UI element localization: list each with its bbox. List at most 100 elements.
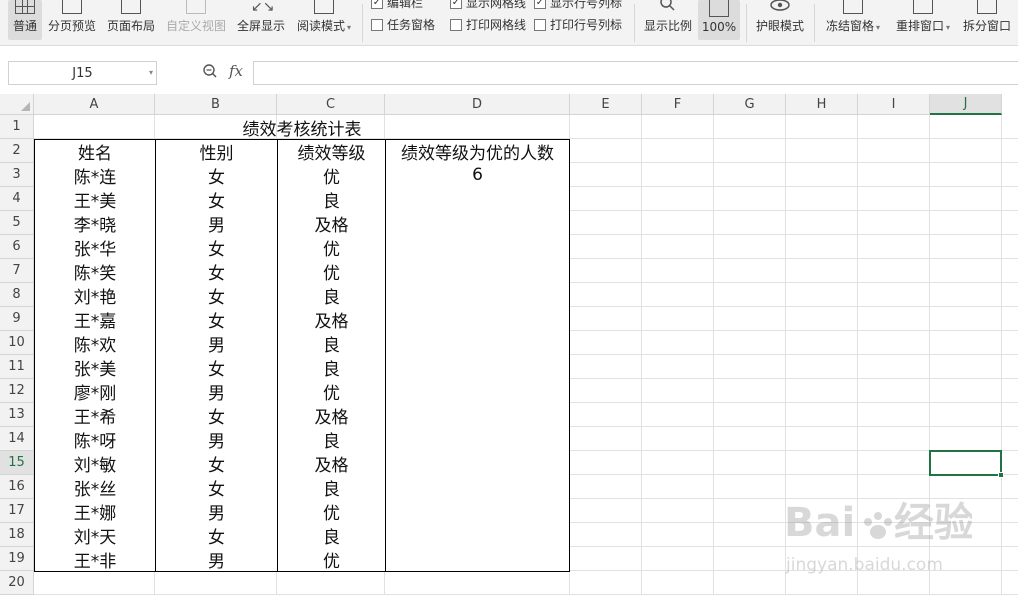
table-data-cell[interactable] — [385, 403, 570, 428]
row-header-4[interactable]: 4 — [0, 187, 34, 211]
table-data-cell[interactable] — [385, 283, 570, 308]
table-data-cell[interactable]: 陈*笑 — [34, 259, 155, 284]
table-data-cell[interactable]: 女 — [155, 355, 277, 380]
row-header-18[interactable]: 18 — [0, 523, 34, 547]
table-data-cell[interactable]: 女 — [155, 187, 277, 212]
row-header-2[interactable]: 2 — [0, 139, 34, 163]
table-data-cell[interactable]: 优 — [277, 235, 385, 260]
table-data-cell[interactable]: 良 — [277, 427, 385, 452]
row-header-5[interactable]: 5 — [0, 211, 34, 235]
table-data-cell[interactable]: 女 — [155, 283, 277, 308]
row-header-12[interactable]: 12 — [0, 379, 34, 403]
column-header-b[interactable]: B — [155, 94, 277, 115]
column-header-f[interactable]: F — [642, 94, 714, 115]
table-header-cell[interactable]: 绩效等级 — [277, 139, 385, 164]
table-data-cell[interactable]: 良 — [277, 331, 385, 356]
table-data-cell[interactable]: 女 — [155, 403, 277, 428]
table-data-cell[interactable]: 及格 — [277, 307, 385, 332]
row-header-16[interactable]: 16 — [0, 475, 34, 499]
table-data-cell[interactable] — [385, 427, 570, 452]
row-header-1[interactable]: 1 — [0, 115, 34, 139]
table-data-cell[interactable] — [385, 187, 570, 212]
table-data-cell[interactable] — [385, 307, 570, 332]
table-data-cell[interactable]: 良 — [277, 187, 385, 212]
row-header-15[interactable]: 15 — [0, 451, 34, 475]
table-data-cell[interactable]: 张*华 — [34, 235, 155, 260]
table-data-cell[interactable] — [385, 547, 570, 572]
column-header-d[interactable]: D — [385, 94, 570, 115]
column-header-j[interactable]: J — [930, 94, 1002, 115]
table-data-cell[interactable]: 陈*呀 — [34, 427, 155, 452]
table-data-cell[interactable]: 女 — [155, 523, 277, 548]
column-header-a[interactable]: A — [34, 94, 155, 115]
table-data-cell[interactable] — [385, 211, 570, 236]
table-data-cell[interactable]: 优 — [277, 499, 385, 524]
fill-handle[interactable] — [998, 472, 1004, 478]
column-header-e[interactable]: E — [570, 94, 642, 115]
row-header-17[interactable]: 17 — [0, 499, 34, 523]
table-data-cell[interactable]: 刘*天 — [34, 523, 155, 548]
row-header-19[interactable]: 19 — [0, 547, 34, 571]
table-data-cell[interactable] — [385, 451, 570, 476]
table-header-cell[interactable]: 姓名 — [34, 139, 155, 164]
table-data-cell[interactable]: 张*美 — [34, 355, 155, 380]
table-data-cell[interactable]: 优 — [277, 163, 385, 188]
table-data-cell[interactable]: 男 — [155, 211, 277, 236]
table-header-cell[interactable]: 性别 — [155, 139, 277, 164]
selected-cell-border[interactable] — [929, 450, 1004, 478]
table-data-cell[interactable]: 女 — [155, 307, 277, 332]
column-header-g[interactable]: G — [714, 94, 786, 115]
table-data-cell[interactable]: 良 — [277, 475, 385, 500]
column-header-c[interactable]: C — [277, 94, 385, 115]
column-header-h[interactable]: H — [786, 94, 858, 115]
table-data-cell[interactable]: 刘*敏 — [34, 451, 155, 476]
row-header-13[interactable]: 13 — [0, 403, 34, 427]
row-header-6[interactable]: 6 — [0, 235, 34, 259]
table-data-cell[interactable]: 男 — [155, 547, 277, 572]
table-data-cell[interactable]: 及格 — [277, 403, 385, 428]
table-data-cell[interactable]: 及格 — [277, 211, 385, 236]
table-data-cell[interactable]: 女 — [155, 235, 277, 260]
table-data-cell[interactable]: 女 — [155, 475, 277, 500]
table-data-cell[interactable]: 优 — [277, 547, 385, 572]
column-header-i[interactable]: I — [858, 94, 930, 115]
table-title-cell[interactable]: 绩效考核统计表 — [34, 115, 570, 140]
row-header-11[interactable]: 11 — [0, 355, 34, 379]
table-data-cell[interactable]: 男 — [155, 379, 277, 404]
table-data-cell[interactable]: 良 — [277, 523, 385, 548]
table-data-cell[interactable]: 廖*刚 — [34, 379, 155, 404]
table-data-cell[interactable] — [385, 475, 570, 500]
table-data-cell[interactable]: 王*希 — [34, 403, 155, 428]
table-data-cell[interactable]: 男 — [155, 499, 277, 524]
table-data-cell[interactable] — [385, 379, 570, 404]
row-header-9[interactable]: 9 — [0, 307, 34, 331]
row-header-3[interactable]: 3 — [0, 163, 34, 187]
table-data-cell[interactable]: 男 — [155, 331, 277, 356]
table-data-cell[interactable]: 王*娜 — [34, 499, 155, 524]
table-data-cell[interactable] — [385, 355, 570, 380]
excellent-count-cell[interactable]: 6 — [385, 163, 570, 188]
table-data-cell[interactable]: 女 — [155, 259, 277, 284]
table-data-cell[interactable]: 陈*欢 — [34, 331, 155, 356]
table-data-cell[interactable]: 李*晓 — [34, 211, 155, 236]
table-data-cell[interactable] — [385, 259, 570, 284]
table-data-cell[interactable]: 女 — [155, 451, 277, 476]
table-data-cell[interactable]: 王*美 — [34, 187, 155, 212]
table-data-cell[interactable]: 刘*艳 — [34, 283, 155, 308]
table-data-cell[interactable] — [385, 523, 570, 548]
table-data-cell[interactable]: 女 — [155, 163, 277, 188]
table-data-cell[interactable]: 王*非 — [34, 547, 155, 572]
table-data-cell[interactable]: 张*丝 — [34, 475, 155, 500]
select-all-corner[interactable] — [0, 94, 34, 115]
row-header-20[interactable]: 20 — [0, 571, 34, 595]
table-data-cell[interactable] — [385, 331, 570, 356]
table-data-cell[interactable]: 优 — [277, 259, 385, 284]
table-data-cell[interactable]: 陈*连 — [34, 163, 155, 188]
table-data-cell[interactable]: 及格 — [277, 451, 385, 476]
row-header-10[interactable]: 10 — [0, 331, 34, 355]
row-header-7[interactable]: 7 — [0, 259, 34, 283]
table-data-cell[interactable] — [385, 235, 570, 260]
table-data-cell[interactable]: 优 — [277, 379, 385, 404]
table-data-cell[interactable]: 良 — [277, 283, 385, 308]
row-header-14[interactable]: 14 — [0, 427, 34, 451]
